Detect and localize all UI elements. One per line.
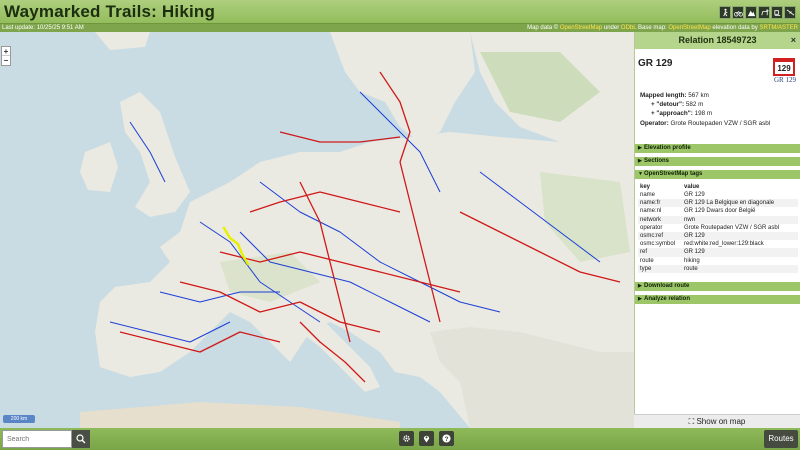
expand-icon: ⛶ xyxy=(688,417,695,426)
table-row: network nwn xyxy=(638,215,798,224)
download-route-section[interactable]: ▶ Download route xyxy=(635,282,800,291)
table-row: osmc:symbol red:white:red_lower:129:black xyxy=(640,241,764,248)
osm-tags-section[interactable]: ▼OpenStreetMap tags xyxy=(635,170,800,179)
approach-label: + "approach": xyxy=(651,110,693,118)
location-button[interactable] xyxy=(419,431,434,446)
operator-label: Operator: xyxy=(640,119,669,127)
gear-icon xyxy=(403,435,410,442)
close-icon[interactable]: × xyxy=(791,32,796,49)
bottom-toolbar: ? Routes xyxy=(0,428,800,450)
zoom-in-button[interactable]: + xyxy=(2,47,10,56)
zoom-out-button[interactable]: − xyxy=(2,56,10,65)
detour-label: + "detour": xyxy=(651,101,685,109)
analyze-relation-section[interactable]: ▶ Analyze relation xyxy=(635,295,800,304)
attr-under: under xyxy=(602,25,621,31)
settings-button[interactable] xyxy=(399,431,414,446)
waymark-icon: 129 xyxy=(773,58,795,76)
table-row: ref GR 129 xyxy=(638,248,798,257)
search-input[interactable] xyxy=(2,430,72,448)
table-row: route hiking xyxy=(640,257,700,264)
table-row: name GR 129 xyxy=(640,192,705,198)
app-header: Waymarked Trails: Hiking xyxy=(0,0,800,24)
symbol-text: 129 xyxy=(777,64,791,73)
cycling-icon[interactable] xyxy=(732,6,744,19)
table-row: name:nl GR 129 Dwars door België xyxy=(640,208,756,215)
scale-bar: 200 km xyxy=(3,415,35,423)
srtm-link[interactable]: SRTM/ASTER xyxy=(759,25,798,31)
length-label: Mapped length: xyxy=(640,92,687,99)
sections-section[interactable]: ▶ Sections xyxy=(635,157,800,166)
question-icon: ? xyxy=(442,434,451,443)
osm-base-link[interactable]: OpenStreetMap xyxy=(668,25,710,31)
panel-title: Relation 18549723 × xyxy=(635,32,800,49)
attr-prefix: Map data © xyxy=(527,25,560,31)
elevation-profile-section[interactable]: ▶ Elevation profile xyxy=(635,144,800,153)
route-symbol: 129 GR 129 xyxy=(773,58,797,86)
symbol-caption: GR 129 xyxy=(774,76,796,84)
route-name: GR 129 xyxy=(638,58,673,69)
attr-elev: elevation data by xyxy=(710,25,760,31)
map-attribution: Map data © OpenStreetMap under ODbL Base… xyxy=(527,24,798,32)
show-on-map-button[interactable]: ⛶ Show on map xyxy=(634,414,800,428)
table-row: operator Grote Routepaden VZW / SGR asbl xyxy=(640,224,780,231)
slopes-icon[interactable] xyxy=(784,6,796,19)
key-header: key xyxy=(640,183,651,190)
mtb-icon[interactable] xyxy=(745,6,757,19)
map-canvas[interactable] xyxy=(0,32,634,428)
status-bar: Last update: 10/25/25 9:51 AM Map data ©… xyxy=(0,24,800,32)
value-header: value xyxy=(684,183,700,190)
detour-value: 582 m xyxy=(685,101,704,109)
route-info: Mapped length: 567 km + "detour": 582 m … xyxy=(640,91,770,128)
table-row: osmc:ref GR 129 xyxy=(638,232,798,241)
route-details-panel: Relation 18549723 × GR 129 129 GR 129 Ma… xyxy=(634,32,800,428)
table-row: type route xyxy=(638,264,798,274)
svg-text:?: ? xyxy=(445,436,449,443)
relation-title: Relation 18549723 xyxy=(678,35,757,45)
attr-base: Base map: xyxy=(636,25,669,31)
routes-button[interactable]: Routes xyxy=(764,430,798,448)
osm-link[interactable]: OpenStreetMap xyxy=(560,25,602,31)
theme-switcher xyxy=(719,6,796,19)
last-update: Last update: 10/25/25 9:51 AM xyxy=(2,25,84,31)
riding-icon[interactable] xyxy=(758,6,770,19)
table-row: name:fr GR 129 La Belgique en diagonale xyxy=(638,199,798,208)
map-marker-icon xyxy=(423,435,430,443)
odbl-link[interactable]: ODbL xyxy=(621,25,636,31)
hiking-icon[interactable] xyxy=(719,6,731,19)
osm-tags-table: key value name GR 129 name:fr GR 129 La Bel… xyxy=(638,182,798,274)
search-icon xyxy=(76,434,86,444)
operator-value: Grote Routepaden VZW / SGR asbl xyxy=(670,119,771,127)
map-view[interactable]: + − 200 km xyxy=(0,32,634,428)
skating-icon[interactable] xyxy=(771,6,783,19)
search-button[interactable] xyxy=(72,430,90,448)
length-value: 567 km xyxy=(688,92,709,99)
zoom-control: + − xyxy=(1,46,11,66)
approach-value: 198 m xyxy=(694,110,713,118)
app-title: Waymarked Trails: Hiking xyxy=(4,2,216,21)
help-button[interactable]: ? xyxy=(439,431,454,446)
